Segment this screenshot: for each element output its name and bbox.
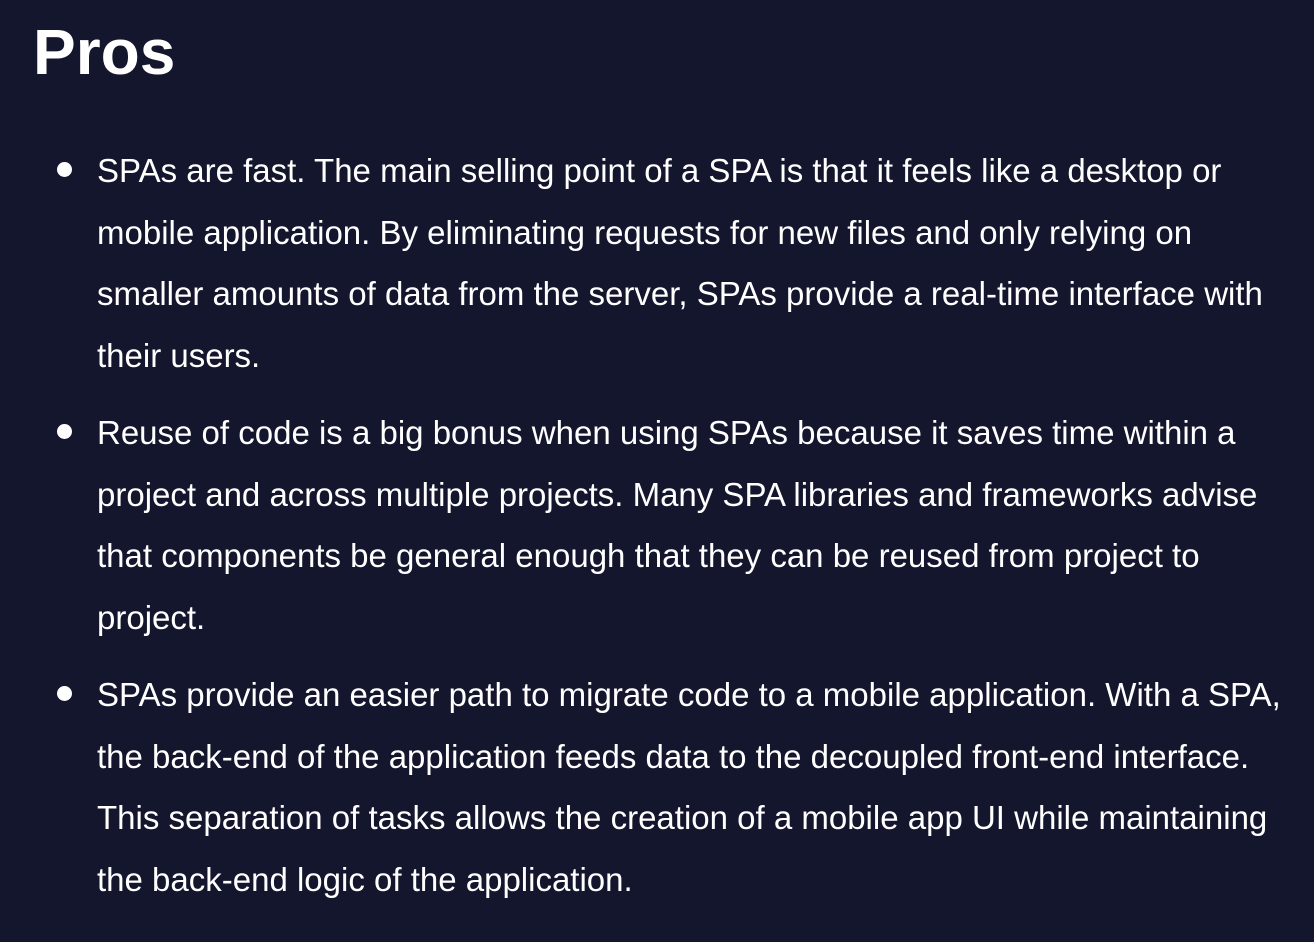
bullet-dot-icon bbox=[57, 162, 72, 177]
page-title: Pros bbox=[33, 16, 176, 88]
article-content: Pros SPAs are fast. The main selling poi… bbox=[0, 0, 1314, 942]
pros-item: SPAs are fast. The main selling point of… bbox=[0, 140, 1314, 386]
pros-item: SPAs provide an easier path to migrate c… bbox=[0, 664, 1314, 910]
pros-item: Reuse of code is a big bonus when using … bbox=[0, 402, 1314, 648]
bullet-dot-icon bbox=[57, 424, 72, 439]
bullet-dot-icon bbox=[57, 686, 72, 701]
pros-item-text: SPAs are fast. The main selling point of… bbox=[97, 152, 1263, 374]
pros-item-text: SPAs provide an easier path to migrate c… bbox=[97, 676, 1281, 898]
pros-item-text: Reuse of code is a big bonus when using … bbox=[97, 414, 1258, 636]
pros-list: SPAs are fast. The main selling point of… bbox=[0, 140, 1314, 926]
